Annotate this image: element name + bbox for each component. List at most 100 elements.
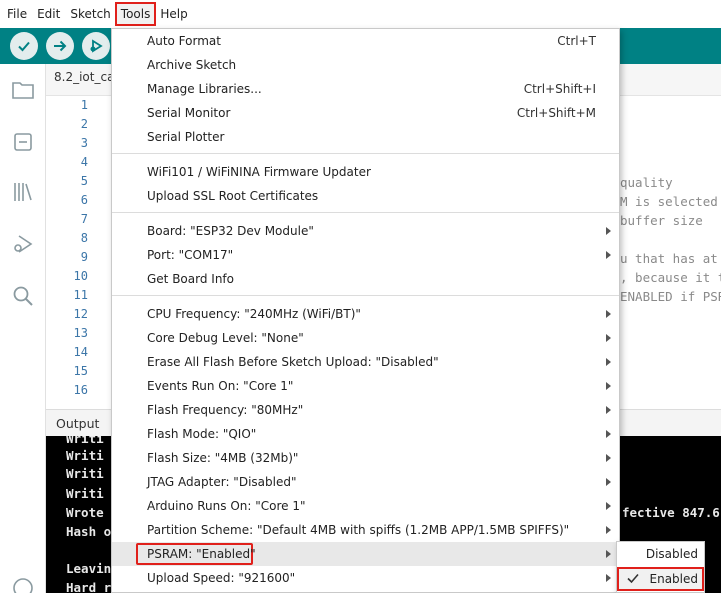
menu-item-jtag-adapter[interactable]: JTAG Adapter: "Disabled" xyxy=(112,470,619,494)
profile-button[interactable] xyxy=(9,574,37,593)
code-fragment[interactable]: quality xyxy=(620,175,673,190)
psram-option-enabled[interactable]: Enabled xyxy=(617,567,704,591)
menu-item-erase-flash[interactable]: Erase All Flash Before Sketch Upload: "D… xyxy=(112,350,619,374)
upload-button[interactable] xyxy=(46,32,74,60)
menu-item-label: Flash Mode: "QIO" xyxy=(147,427,257,441)
console-line: Hash o xyxy=(66,524,112,539)
menu-item-label: JTAG Adapter: "Disabled" xyxy=(147,475,297,489)
debug-icon xyxy=(90,39,103,53)
submenu-arrow-icon xyxy=(606,358,611,366)
menu-help[interactable]: Help xyxy=(155,3,192,25)
line-number: 4 xyxy=(80,155,88,169)
menu-tools[interactable]: Tools xyxy=(114,2,157,26)
menu-item-shortcut: Ctrl+Shift+I xyxy=(523,82,596,96)
line-number: 8 xyxy=(80,231,88,245)
menu-item-shortcut: Ctrl+Shift+M xyxy=(516,106,596,120)
menu-item-auto-format[interactable]: Auto Format Ctrl+T xyxy=(112,29,619,53)
menu-item-label: CPU Frequency: "240MHz (WiFi/BT)" xyxy=(147,307,361,321)
menu-item-upload-speed[interactable]: Upload Speed: "921600" xyxy=(112,566,619,590)
debug-panel-button[interactable] xyxy=(9,230,37,258)
menu-item-partition-scheme[interactable]: Partition Scheme: "Default 4MB with spif… xyxy=(112,518,619,542)
menu-bar: File Edit Sketch Tools Help xyxy=(0,0,721,28)
menu-item-label: Manage Libraries... xyxy=(147,82,262,96)
menu-item-label: Serial Plotter xyxy=(147,130,225,144)
debug-icon xyxy=(14,235,33,253)
menu-item-psram[interactable]: PSRAM: "Enabled" xyxy=(112,542,619,566)
menu-edit[interactable]: Edit xyxy=(32,3,65,25)
library-icon xyxy=(14,183,32,201)
boards-manager-button[interactable] xyxy=(9,128,37,156)
menu-item-label: Upload SSL Root Certificates xyxy=(147,189,319,203)
menu-item-label: Auto Format xyxy=(147,34,221,48)
menu-sketch[interactable]: Sketch xyxy=(65,3,115,25)
menu-item-label: Core Debug Level: "None" xyxy=(147,331,304,345)
menu-item-firmware-updater[interactable]: WiFi101 / WiFiNINA Firmware Updater xyxy=(112,160,619,184)
console-line: Leavin xyxy=(66,561,112,576)
option-label: Enabled xyxy=(649,572,699,586)
submenu-arrow-icon xyxy=(606,454,611,462)
checkmark-icon xyxy=(627,573,639,584)
line-number: 11 xyxy=(73,288,88,302)
code-fragment[interactable]: ENABLED if PSR xyxy=(620,289,721,304)
menu-item-manage-libraries[interactable]: Manage Libraries... Ctrl+Shift+I xyxy=(112,77,619,101)
sketchbook-button[interactable] xyxy=(9,76,37,104)
code-fragment[interactable]: buffer size xyxy=(620,213,703,228)
console-line: Writi xyxy=(66,448,104,463)
menu-item-events-run-on[interactable]: Events Run On: "Core 1" xyxy=(112,374,619,398)
submenu-arrow-icon xyxy=(606,227,611,235)
debug-button[interactable] xyxy=(82,32,110,60)
line-number-gutter: 1 2 3 4 5 6 7 8 9 10 11 12 13 14 15 16 xyxy=(46,96,94,400)
sidebar xyxy=(0,64,46,593)
menu-item-board-info[interactable]: Get Board Info xyxy=(112,267,619,291)
option-label: Disabled xyxy=(645,547,698,561)
editor-tab[interactable]: 8.2_iot_ca xyxy=(54,70,114,84)
menu-item-serial-plotter[interactable]: Serial Plotter xyxy=(112,125,619,149)
console-line: Writi xyxy=(66,486,104,501)
menu-item-shortcut: Ctrl+T xyxy=(557,34,596,48)
menu-item-archive-sketch[interactable]: Archive Sketch xyxy=(112,53,619,77)
psram-option-disabled[interactable]: Disabled xyxy=(617,542,704,566)
submenu-arrow-icon xyxy=(606,478,611,486)
verify-button[interactable] xyxy=(10,32,38,60)
menu-item-label: Upload Speed: "921600" xyxy=(147,571,296,585)
console-line: Writi xyxy=(66,466,104,481)
line-number: 5 xyxy=(80,174,88,188)
menu-item-upload-ssl[interactable]: Upload SSL Root Certificates xyxy=(112,184,619,208)
line-number: 3 xyxy=(80,136,88,150)
menu-item-core-debug-level[interactable]: Core Debug Level: "None" xyxy=(112,326,619,350)
menu-item-label: Port: "COM17" xyxy=(147,248,234,262)
code-fragment[interactable]: u that has at xyxy=(620,251,718,266)
upload-icon xyxy=(54,40,67,52)
line-number: 6 xyxy=(80,193,88,207)
menu-item-label: Serial Monitor xyxy=(147,106,231,120)
board-icon xyxy=(14,133,32,151)
console-line: Hard r xyxy=(66,580,112,593)
submenu-arrow-icon xyxy=(606,502,611,510)
tools-menu: Auto Format Ctrl+T Archive Sketch Manage… xyxy=(111,28,620,593)
verify-icon xyxy=(18,41,30,52)
search-button[interactable] xyxy=(9,282,37,310)
menu-item-board[interactable]: Board: "ESP32 Dev Module" xyxy=(112,219,619,243)
menu-file[interactable]: File xyxy=(2,3,32,25)
menu-item-flash-frequency[interactable]: Flash Frequency: "80MHz" xyxy=(112,398,619,422)
code-fragment[interactable]: , because it t xyxy=(620,270,721,285)
menu-item-cpu-frequency[interactable]: CPU Frequency: "240MHz (WiFi/BT)" xyxy=(112,302,619,326)
menu-item-flash-mode[interactable]: Flash Mode: "QIO" xyxy=(112,422,619,446)
line-number: 1 xyxy=(80,98,88,112)
console-line: Writi xyxy=(66,436,104,446)
console-fragment: fective 847.6 xyxy=(622,505,720,520)
menu-item-arduino-runs-on[interactable]: Arduino Runs On: "Core 1" xyxy=(112,494,619,518)
folder-icon xyxy=(12,82,34,99)
menu-item-label: PSRAM: "Enabled" xyxy=(147,547,256,561)
menu-item-flash-size[interactable]: Flash Size: "4MB (32Mb)" xyxy=(112,446,619,470)
submenu-arrow-icon xyxy=(606,430,611,438)
menu-item-serial-monitor[interactable]: Serial Monitor Ctrl+Shift+M xyxy=(112,101,619,125)
menu-item-label: WiFi101 / WiFiNINA Firmware Updater xyxy=(147,165,371,179)
library-manager-button[interactable] xyxy=(9,178,37,206)
submenu-arrow-icon xyxy=(606,310,611,318)
menu-item-label: Flash Size: "4MB (32Mb)" xyxy=(147,451,299,465)
line-number: 13 xyxy=(73,326,88,340)
code-fragment[interactable]: M is selected xyxy=(620,194,718,209)
submenu-arrow-icon xyxy=(606,251,611,259)
menu-item-port[interactable]: Port: "COM17" xyxy=(112,243,619,267)
